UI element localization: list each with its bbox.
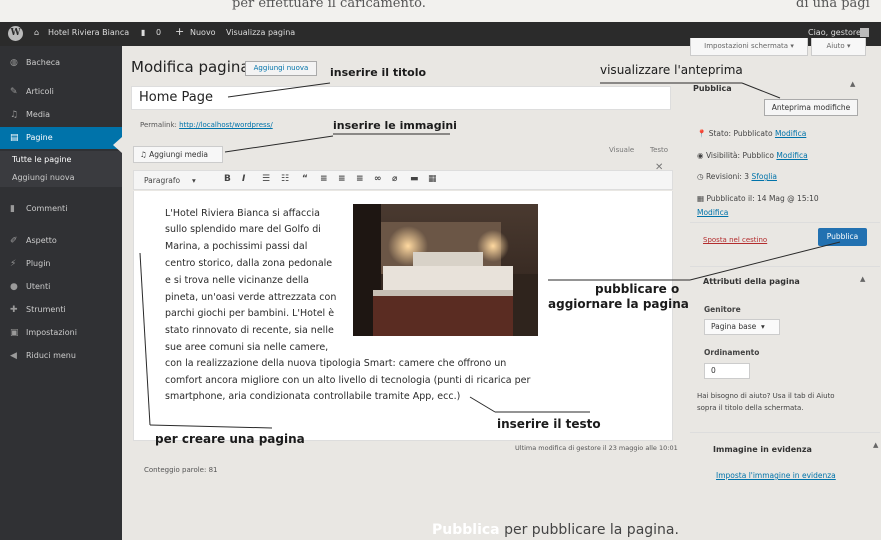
bottom-caption-keyword: Pubblica — [432, 522, 500, 538]
annotation-create: per creare una pagina — [155, 432, 305, 446]
bottom-caption: Pubblica per pubblicare la pagina. — [432, 522, 679, 538]
annotation-publish-line-1: pubblicare o — [595, 282, 680, 296]
annotation-preview: visualizzare l'anteprima — [600, 63, 743, 77]
annotation-images: inserire le immagini — [333, 119, 457, 132]
annotation-publish-line-2: aggiornare la pagina — [548, 297, 689, 311]
bottom-caption-text: per pubblicare la pagina. — [504, 522, 679, 538]
annotation-lines — [139, 82, 841, 429]
annotation-text: inserire il testo — [497, 417, 601, 431]
annotation-title: inserire il titolo — [330, 66, 427, 79]
